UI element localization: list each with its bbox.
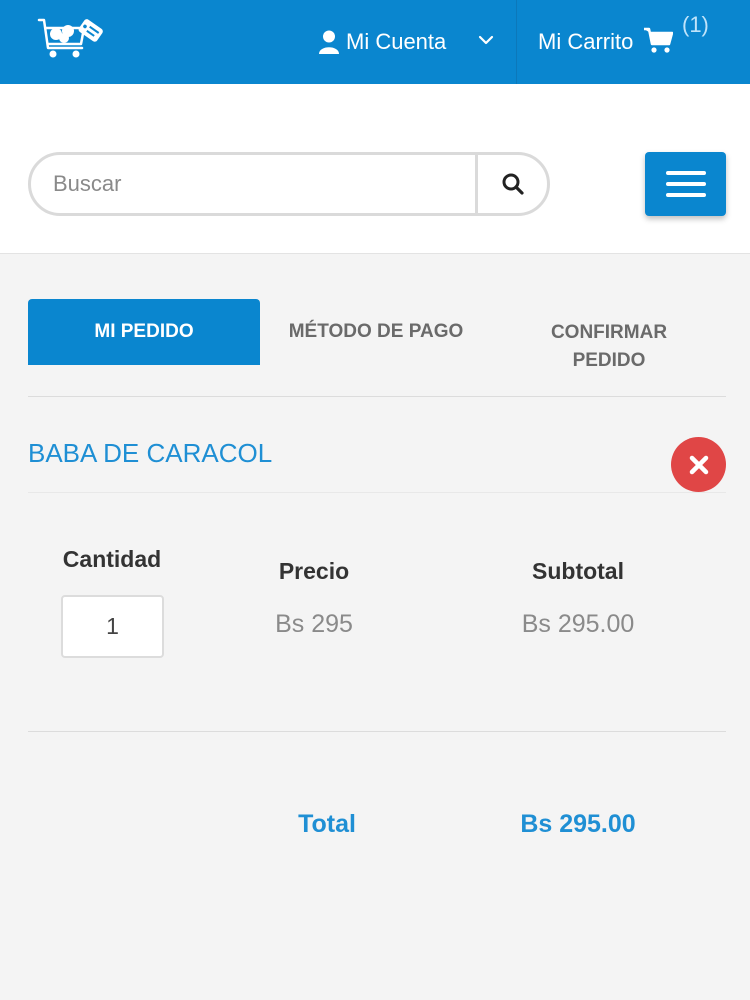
tab-payment-method[interactable]: MÉTODO DE PAGO	[260, 299, 492, 365]
tab-confirm-order-label: CONFIRMAR PEDIDO	[550, 322, 668, 371]
product-name[interactable]: BABA DE CARACOL	[28, 438, 272, 469]
search-bar	[28, 152, 550, 216]
checkout-steps: MI PEDIDO MÉTODO DE PAGO CONFIRMAR PEDID…	[28, 299, 726, 397]
search-input[interactable]	[31, 155, 475, 213]
cart-label: Mi Carrito	[538, 29, 634, 54]
logo-cart-icon[interactable]	[36, 14, 112, 62]
remove-item-button[interactable]	[671, 437, 726, 492]
menu-bar-line	[665, 171, 706, 175]
close-icon	[689, 455, 708, 474]
tab-confirm-order[interactable]: CONFIRMAR PEDIDO	[492, 299, 726, 399]
quantity-heading: Cantidad	[62, 546, 162, 572]
total-label: Total	[298, 810, 356, 838]
account-label: Mi Cuenta	[346, 29, 447, 54]
top-navbar: Mi Cuenta Mi Carrito (1)	[0, 0, 750, 84]
search-button[interactable]	[475, 155, 547, 213]
my-account-menu[interactable]: Mi Cuenta	[318, 0, 516, 84]
subtotal-value: Bs 295.00	[521, 610, 635, 638]
menu-bar-line	[665, 182, 706, 186]
tab-my-order[interactable]: MI PEDIDO	[28, 299, 260, 365]
search-icon	[502, 173, 524, 195]
price-value: Bs 295	[275, 610, 353, 638]
cart-count-badge: (1)	[682, 12, 709, 37]
price-heading: Precio	[278, 558, 350, 584]
divider	[28, 731, 726, 732]
menu-bar-line	[665, 193, 706, 197]
quantity-input[interactable]	[61, 595, 164, 658]
divider	[28, 492, 726, 493]
shopping-cart-icon	[644, 27, 674, 53]
total-value: Bs 295.00	[520, 810, 636, 838]
hamburger-menu-button[interactable]	[645, 152, 726, 216]
header-divider	[516, 0, 517, 84]
user-icon	[319, 30, 339, 54]
subtotal-heading: Subtotal	[532, 558, 624, 584]
search-section	[0, 84, 750, 254]
my-cart-button[interactable]: Mi Carrito	[538, 0, 674, 84]
chevron-down-icon	[478, 35, 494, 45]
